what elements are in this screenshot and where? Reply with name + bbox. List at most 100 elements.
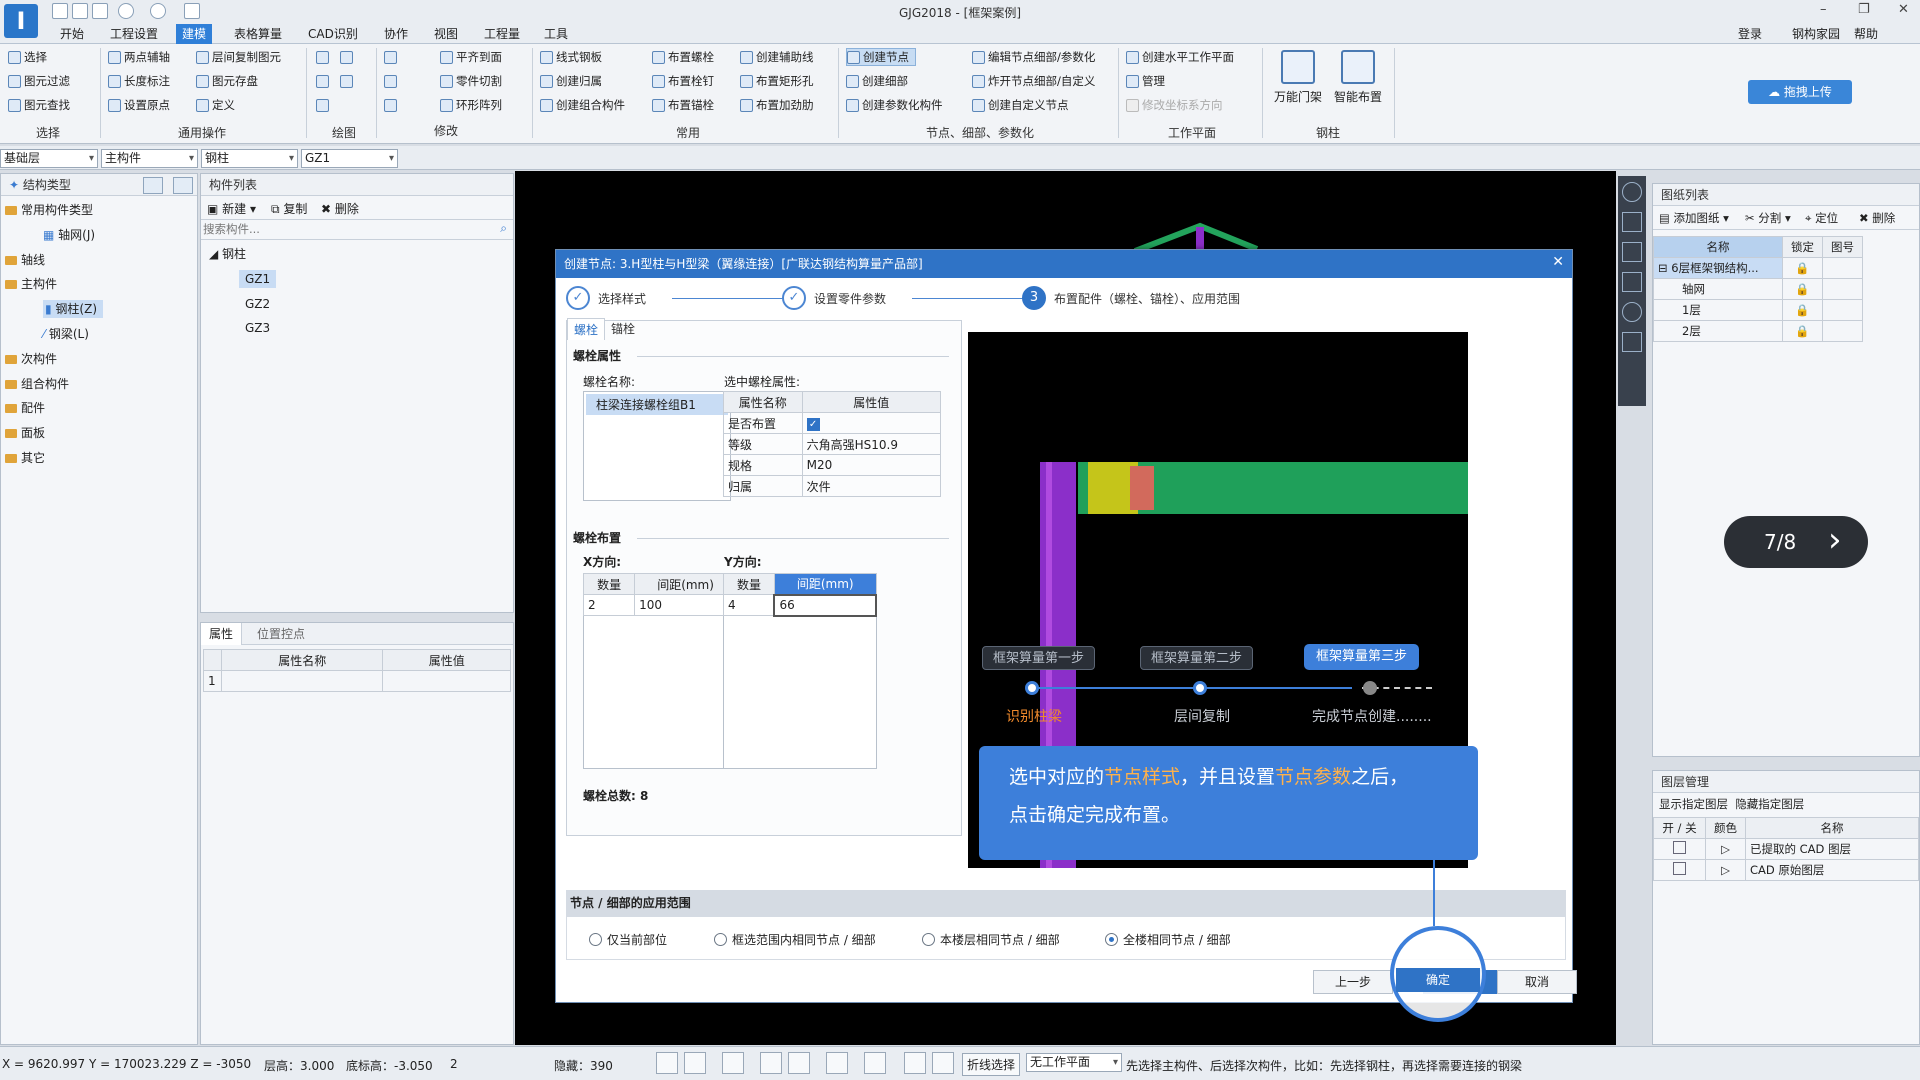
rotate-icon[interactable] [1622, 302, 1642, 322]
menu-tab-modeling[interactable]: 建模 [176, 24, 213, 44]
tree-item-axis-grid[interactable]: ▦ 轴网(J) [1, 223, 197, 248]
tree-item-combo[interactable]: 组合构件 [1, 372, 197, 397]
layout-icon[interactable] [932, 1052, 954, 1074]
tab-anchor[interactable]: 锚栓 [603, 318, 643, 340]
locate-button[interactable]: ⌖ 定位 [1805, 210, 1838, 226]
element-save-button[interactable]: 图元存盘 [196, 72, 258, 90]
restore-button[interactable]: ❐ [1858, 2, 1870, 17]
table-row[interactable]: ▷ 已提取的 CAD 图层 [1653, 838, 1919, 860]
length-dimension-button[interactable]: 长度标注 [108, 72, 170, 90]
draw-circle-button[interactable] [340, 48, 353, 66]
ring-array-button[interactable]: 环形阵列 [440, 96, 502, 114]
menu-tab-cad-recognize[interactable]: CAD识别 [302, 24, 364, 44]
tree-item-panel[interactable]: 面板 [1, 421, 197, 446]
tree-item-steel-column[interactable]: ▮ 钢柱(Z) [1, 297, 197, 322]
show-layer-button[interactable]: 显示指定图层 [1659, 797, 1728, 811]
close-button[interactable]: ✕ [1898, 2, 1909, 17]
cancel-button[interactable]: 取消 [1497, 970, 1577, 994]
scope-current-radio[interactable]: 仅当前部位 [589, 931, 667, 948]
table-row[interactable]: ⊟ 6层框架钢结构... 🔒 [1653, 257, 1863, 279]
create-param-component-button[interactable]: 创建参数化构件 [846, 96, 943, 114]
table-row[interactable]: 2层 🔒 [1653, 320, 1863, 342]
lock-icon[interactable]: 🔒 [1782, 299, 1823, 321]
align-face-button[interactable]: 平齐到面 [440, 48, 502, 66]
table-view-icon[interactable] [1622, 332, 1642, 352]
tree-item-secondary[interactable]: 次构件 [1, 347, 197, 372]
floor-select[interactable]: 基础层 [0, 149, 98, 168]
table-row[interactable]: 2 100 [582, 594, 737, 616]
y-spacing-cell[interactable]: 66 [773, 593, 877, 617]
component-category-select[interactable]: 钢柱 [201, 149, 298, 168]
menu-tab-start[interactable]: 开始 [54, 24, 90, 44]
cross-icon[interactable] [760, 1052, 782, 1074]
create-aux-line-button[interactable]: 创建辅助线 [740, 48, 814, 66]
x-count-cell[interactable]: 2 [582, 594, 636, 616]
table-row[interactable]: 1层 🔒 [1653, 299, 1863, 321]
create-combo-button[interactable]: 创建组合构件 [540, 96, 625, 114]
set-origin-button[interactable]: 设置原点 [108, 96, 170, 114]
delete-drawing-button[interactable]: ✖ 删除 [1859, 210, 1895, 226]
3d-view-icon[interactable] [1622, 242, 1642, 262]
menu-tab-view[interactable]: 视图 [428, 24, 464, 44]
select-button[interactable]: 选择 [8, 48, 47, 66]
find-element-button[interactable]: 图元查找 [8, 96, 70, 114]
floor-copy-button[interactable]: 层间复制图元 [196, 48, 281, 66]
menu-tab-quantity[interactable]: 工程量 [478, 24, 526, 44]
box-view-icon[interactable] [1622, 272, 1642, 292]
component-search-input[interactable] [201, 220, 481, 238]
split-button[interactable]: ✂ 分割 ▾ [1745, 210, 1791, 226]
2d-view-icon[interactable] [1622, 212, 1642, 232]
layer-checkbox[interactable] [1673, 841, 1686, 854]
next-page-icon[interactable]: › [1828, 520, 1842, 560]
highlighted-confirm-button[interactable]: 确定 [1396, 968, 1480, 992]
component-select[interactable]: GZ1 [301, 149, 398, 168]
x-spacing-cell[interactable]: 100 [634, 594, 737, 616]
menu-tab-project-settings[interactable]: 工程设置 [104, 24, 164, 44]
tab-control-points[interactable]: 位置控点 [251, 623, 311, 645]
filter-button[interactable]: 图元过滤 [8, 72, 70, 90]
rotate-snap-icon[interactable] [788, 1052, 810, 1074]
tutorial-step-2[interactable]: 框架算量第二步 [1140, 646, 1254, 670]
table-row[interactable]: 等级 六角高强HS10.9 [723, 433, 942, 455]
tab-properties[interactable]: 属性 [201, 623, 243, 645]
draw-rect-button[interactable] [316, 96, 329, 114]
brush-button[interactable] [384, 48, 397, 66]
copy-component-button[interactable]: ⧉ 复制 [271, 200, 307, 217]
scope-building-radio[interactable]: 全楼相同节点 / 细部 [1105, 931, 1231, 948]
edit-node-button[interactable]: 编辑节点细部/参数化 [972, 48, 1095, 66]
smart-place-button[interactable]: 智能布置 [1330, 50, 1386, 105]
tree-view-icon[interactable] [173, 177, 193, 194]
tree-item-common[interactable]: 常用构件类型 [1, 198, 197, 223]
lock-icon[interactable]: 🔒 [1782, 257, 1823, 279]
menu-tab-tools[interactable]: 工具 [538, 24, 574, 44]
scope-box-radio[interactable]: 框选范围内相同节点 / 细部 [714, 931, 876, 948]
move-button[interactable] [384, 96, 397, 114]
draw-polyline-button[interactable] [340, 72, 353, 90]
table-row[interactable]: 规格 M20 [723, 454, 942, 476]
define-button[interactable]: 定义 [196, 96, 235, 114]
create-custom-node-button[interactable]: 创建自定义节点 [972, 96, 1069, 114]
lock-icon[interactable]: 🔒 [1782, 320, 1823, 342]
place-stiffener-button[interactable]: 布置加劲肋 [740, 96, 814, 114]
expand-icon[interactable]: ▷ [1705, 859, 1746, 881]
table-row[interactable]: 是否布置 ✓ [723, 412, 942, 434]
new-component-button[interactable]: ▣ 新建 ▾ [207, 200, 256, 217]
tree-item-axis-line[interactable]: 轴线 [1, 248, 197, 273]
add-drawing-button[interactable]: ▤ 添加图纸 ▾ [1659, 210, 1729, 226]
polyline-select-button[interactable]: 折线选择 [962, 1053, 1021, 1076]
component-item-gz1[interactable]: GZ1 [201, 267, 513, 292]
create-workplane-button[interactable]: 创建水平工作平面 [1126, 48, 1234, 66]
create-detail-button[interactable]: 创建细部 [846, 72, 908, 90]
create-node-button[interactable]: 创建节点 [846, 48, 916, 66]
minimize-button[interactable]: – [1820, 2, 1827, 17]
tab-bolt[interactable]: 螺栓 [567, 318, 606, 340]
community-link[interactable]: 钢构家园 [1786, 24, 1846, 44]
group-label-modify[interactable]: 修改 [434, 122, 458, 139]
change-coord-button[interactable]: 修改坐标系方向 [1126, 96, 1223, 114]
component-item-gz3[interactable]: GZ3 [201, 316, 513, 341]
snap-icon[interactable] [684, 1052, 706, 1074]
line-plate-button[interactable]: 线式钢板 [540, 48, 602, 66]
mirror-button[interactable] [384, 72, 397, 90]
place-anchor-button[interactable]: 布置锚栓 [652, 96, 714, 114]
list-item[interactable]: 柱梁连接螺栓组B1 [586, 394, 728, 415]
